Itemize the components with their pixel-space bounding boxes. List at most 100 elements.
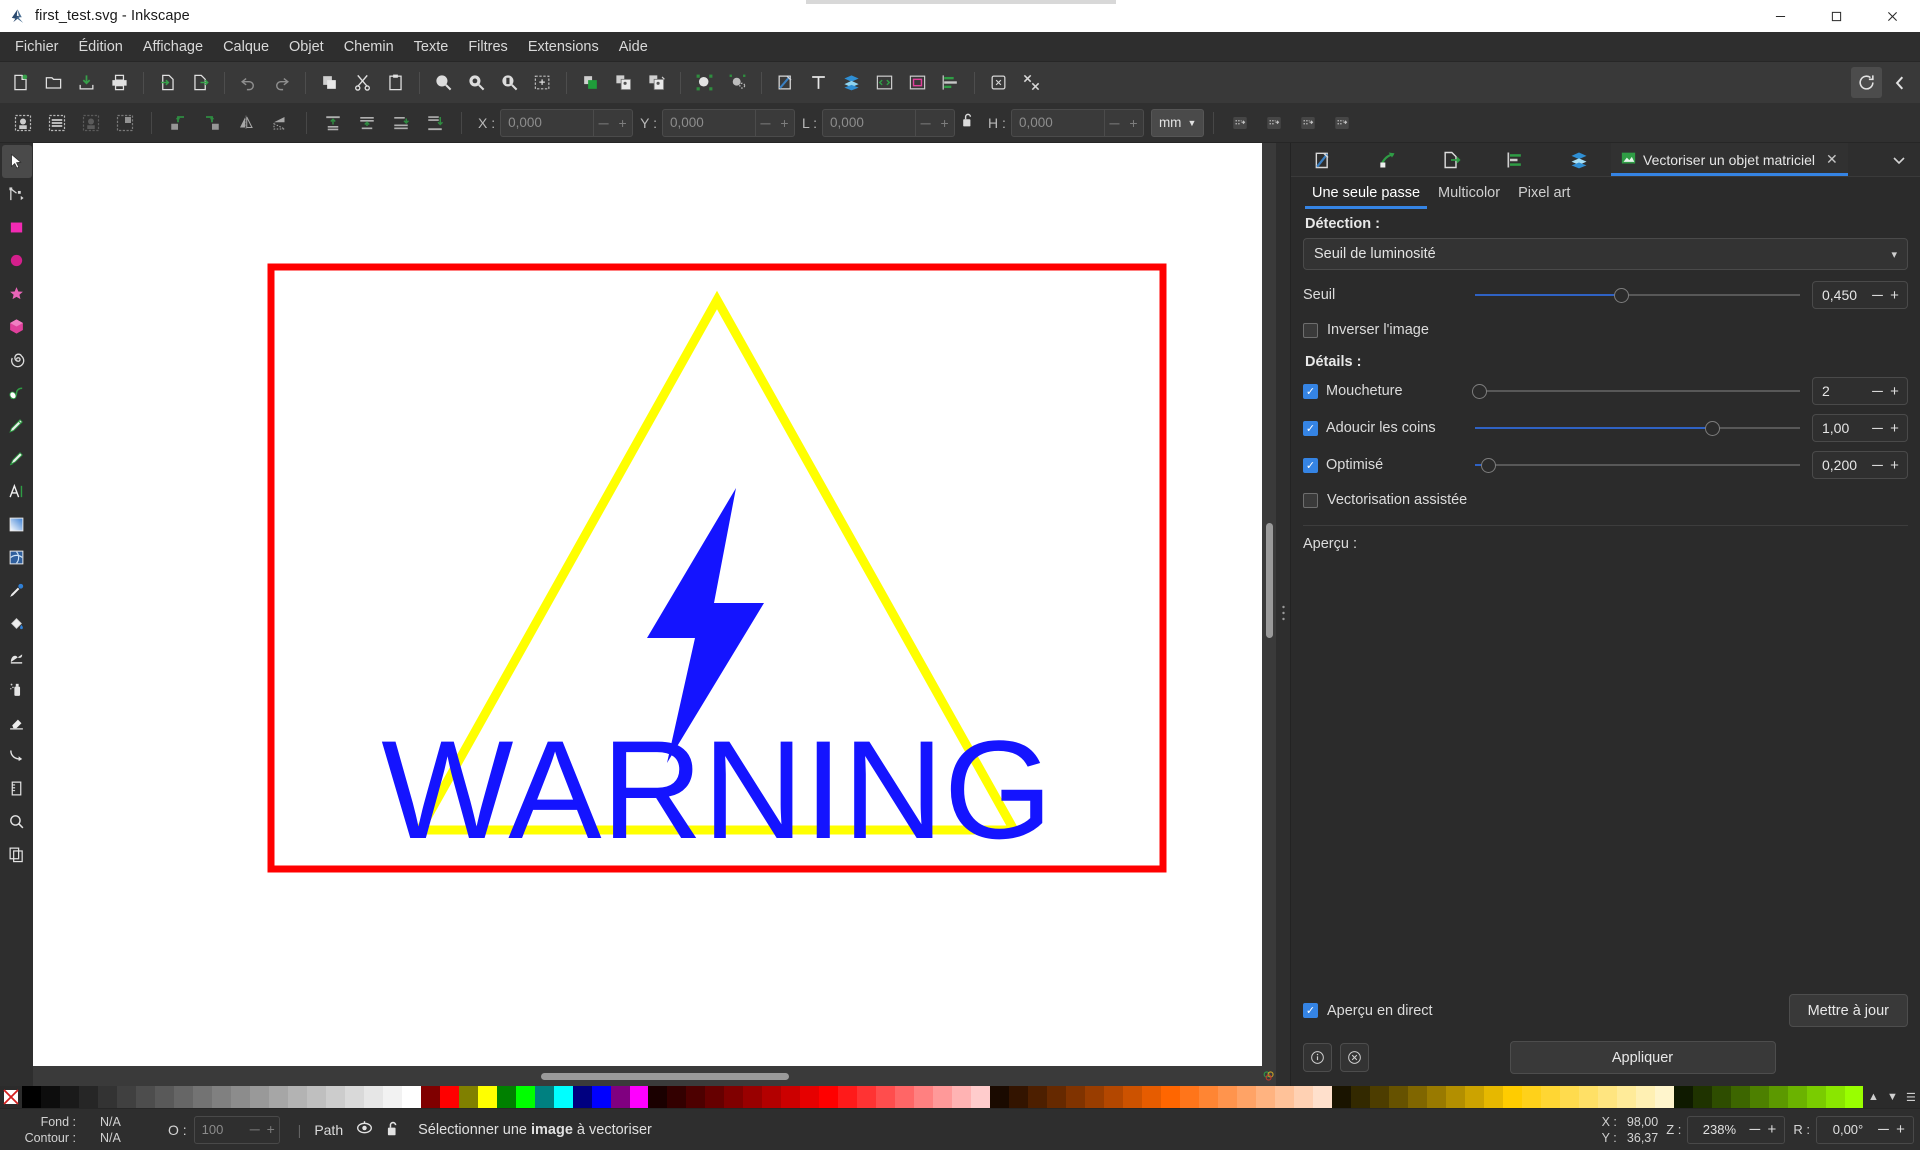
menu-filtres[interactable]: Filtres	[458, 35, 517, 59]
preferences-object-icon[interactable]	[983, 67, 1014, 98]
palette-swatch[interactable]	[78, 1086, 98, 1108]
open-document-icon[interactable]	[38, 67, 69, 98]
affect-corners-icon[interactable]	[1259, 108, 1289, 138]
close-icon[interactable]: ✕	[1826, 151, 1838, 168]
maximize-button[interactable]	[1808, 0, 1864, 32]
fill-stroke-icon[interactable]	[770, 67, 801, 98]
palette-swatch[interactable]	[1559, 1086, 1579, 1108]
lower-icon[interactable]	[386, 108, 416, 138]
palette-swatch[interactable]	[1749, 1086, 1769, 1108]
menu-objet[interactable]: Objet	[279, 35, 334, 59]
no-color-x-icon[interactable]	[0, 1086, 22, 1108]
palette-swatch[interactable]	[1426, 1086, 1446, 1108]
canvas-rotate-icon[interactable]	[1262, 1066, 1276, 1086]
export-icon[interactable]	[185, 67, 216, 98]
palette-swatch[interactable]	[819, 1086, 839, 1108]
palette-swatch[interactable]	[1445, 1086, 1465, 1108]
subtab-single-scan[interactable]: Une seule passe	[1303, 177, 1429, 209]
horizontal-scrollbar[interactable]	[33, 1066, 1262, 1086]
vertical-scroll-thumb[interactable]	[1265, 523, 1273, 638]
threshold-minus[interactable]: ─	[1869, 287, 1886, 304]
palette-swatch[interactable]	[952, 1086, 972, 1108]
subtab-pixel-art[interactable]: Pixel art	[1509, 177, 1579, 209]
palette-swatch[interactable]	[59, 1086, 79, 1108]
select-all-layers-icon[interactable]	[42, 108, 72, 138]
width-minus[interactable]: ─	[916, 115, 935, 131]
palette-swatch[interactable]	[344, 1086, 364, 1108]
width-field[interactable]: ─+	[822, 108, 956, 137]
paste-icon[interactable]	[380, 67, 411, 98]
palette-swatch[interactable]	[1806, 1086, 1826, 1108]
menu-fichier[interactable]: Fichier	[5, 35, 69, 59]
palette-swatch[interactable]	[705, 1086, 725, 1108]
zoom-field[interactable]: 238% ─ +	[1687, 1115, 1786, 1144]
group-icon[interactable]	[608, 67, 639, 98]
palette-swatch[interactable]	[135, 1086, 155, 1108]
zoom-selection-icon[interactable]	[428, 67, 459, 98]
palette-swatch[interactable]	[173, 1086, 193, 1108]
palette-swatch[interactable]	[287, 1086, 307, 1108]
zoom-minus[interactable]: ─	[1746, 1121, 1763, 1138]
palette-swatch[interactable]	[743, 1086, 763, 1108]
measure-tool[interactable]	[2, 772, 32, 805]
undo-icon[interactable]	[233, 67, 264, 98]
palette-swatch[interactable]	[515, 1086, 535, 1108]
slider-knob[interactable]	[1481, 457, 1496, 473]
print-icon[interactable]	[104, 67, 135, 98]
clone-icon[interactable]	[722, 67, 753, 98]
palette-swatch[interactable]	[420, 1086, 440, 1108]
mesh-tool[interactable]	[2, 541, 32, 574]
live-preview-row[interactable]: ✓ Aperçu en direct	[1303, 998, 1433, 1024]
zoom-drawing-icon[interactable]	[461, 67, 492, 98]
star-tool[interactable]	[2, 277, 32, 310]
spiral-tool[interactable]	[2, 343, 32, 376]
palette-swatch[interactable]	[838, 1086, 858, 1108]
palette-swatch[interactable]	[534, 1086, 554, 1108]
palette-swatch[interactable]	[1237, 1086, 1256, 1108]
palette-swatch[interactable]	[724, 1086, 744, 1108]
width-plus[interactable]: +	[935, 115, 954, 131]
zoom-tool[interactable]	[2, 805, 32, 838]
palette-swatch[interactable]	[1388, 1086, 1408, 1108]
menu-calque[interactable]: Calque	[213, 35, 279, 59]
palette-swatch[interactable]	[116, 1086, 136, 1108]
select-all-icon[interactable]	[8, 108, 38, 138]
y-plus[interactable]: +	[775, 115, 794, 131]
y-minus[interactable]: ─	[756, 115, 775, 131]
palette-swatch[interactable]	[439, 1086, 459, 1108]
palette-swatch[interactable]	[857, 1086, 877, 1108]
palette-swatch[interactable]	[667, 1086, 687, 1108]
palette-swatch[interactable]	[1768, 1086, 1788, 1108]
palette-swatch[interactable]	[1502, 1086, 1522, 1108]
palette-swatch[interactable]	[933, 1086, 953, 1108]
drawing-canvas[interactable]: WARNING	[33, 143, 1262, 1066]
palette-swatch[interactable]	[1331, 1086, 1351, 1108]
optimize-minus[interactable]: ─	[1869, 457, 1886, 474]
menu-affichage[interactable]: Affichage	[133, 35, 213, 59]
layers-icon[interactable]	[836, 67, 867, 98]
palette-swatch[interactable]	[1407, 1086, 1427, 1108]
palette-swatch[interactable]	[40, 1086, 60, 1108]
slider-knob[interactable]	[1705, 420, 1721, 436]
smooth-corners-minus[interactable]: ─	[1869, 420, 1886, 437]
palette-swatch[interactable]	[477, 1086, 497, 1108]
palette-swatch[interactable]	[1047, 1086, 1067, 1108]
optimize-numberfield[interactable]: 0,200 ─ +	[1812, 451, 1908, 479]
preferences-icon[interactable]	[1016, 67, 1047, 98]
save-document-icon[interactable]	[71, 67, 102, 98]
cut-icon[interactable]	[347, 67, 378, 98]
paintbucket-tool[interactable]	[2, 607, 32, 640]
palette-swatches[interactable]	[22, 1086, 1864, 1108]
x-minus[interactable]: ─	[594, 115, 613, 131]
spray-tool[interactable]	[2, 673, 32, 706]
xml-editor-icon[interactable]	[869, 67, 900, 98]
text-properties-icon[interactable]	[803, 67, 834, 98]
affect-stroke-width-icon[interactable]	[1225, 108, 1255, 138]
rotate-view-icon[interactable]	[1851, 67, 1882, 98]
palette-swatch[interactable]	[211, 1086, 231, 1108]
palette-swatch[interactable]	[1180, 1086, 1200, 1108]
assisted-trace-checkbox[interactable]	[1303, 492, 1318, 508]
palette-swatch[interactable]	[458, 1086, 478, 1108]
flip-vertical-icon[interactable]	[265, 108, 295, 138]
affect-gradients-icon[interactable]	[1293, 108, 1323, 138]
